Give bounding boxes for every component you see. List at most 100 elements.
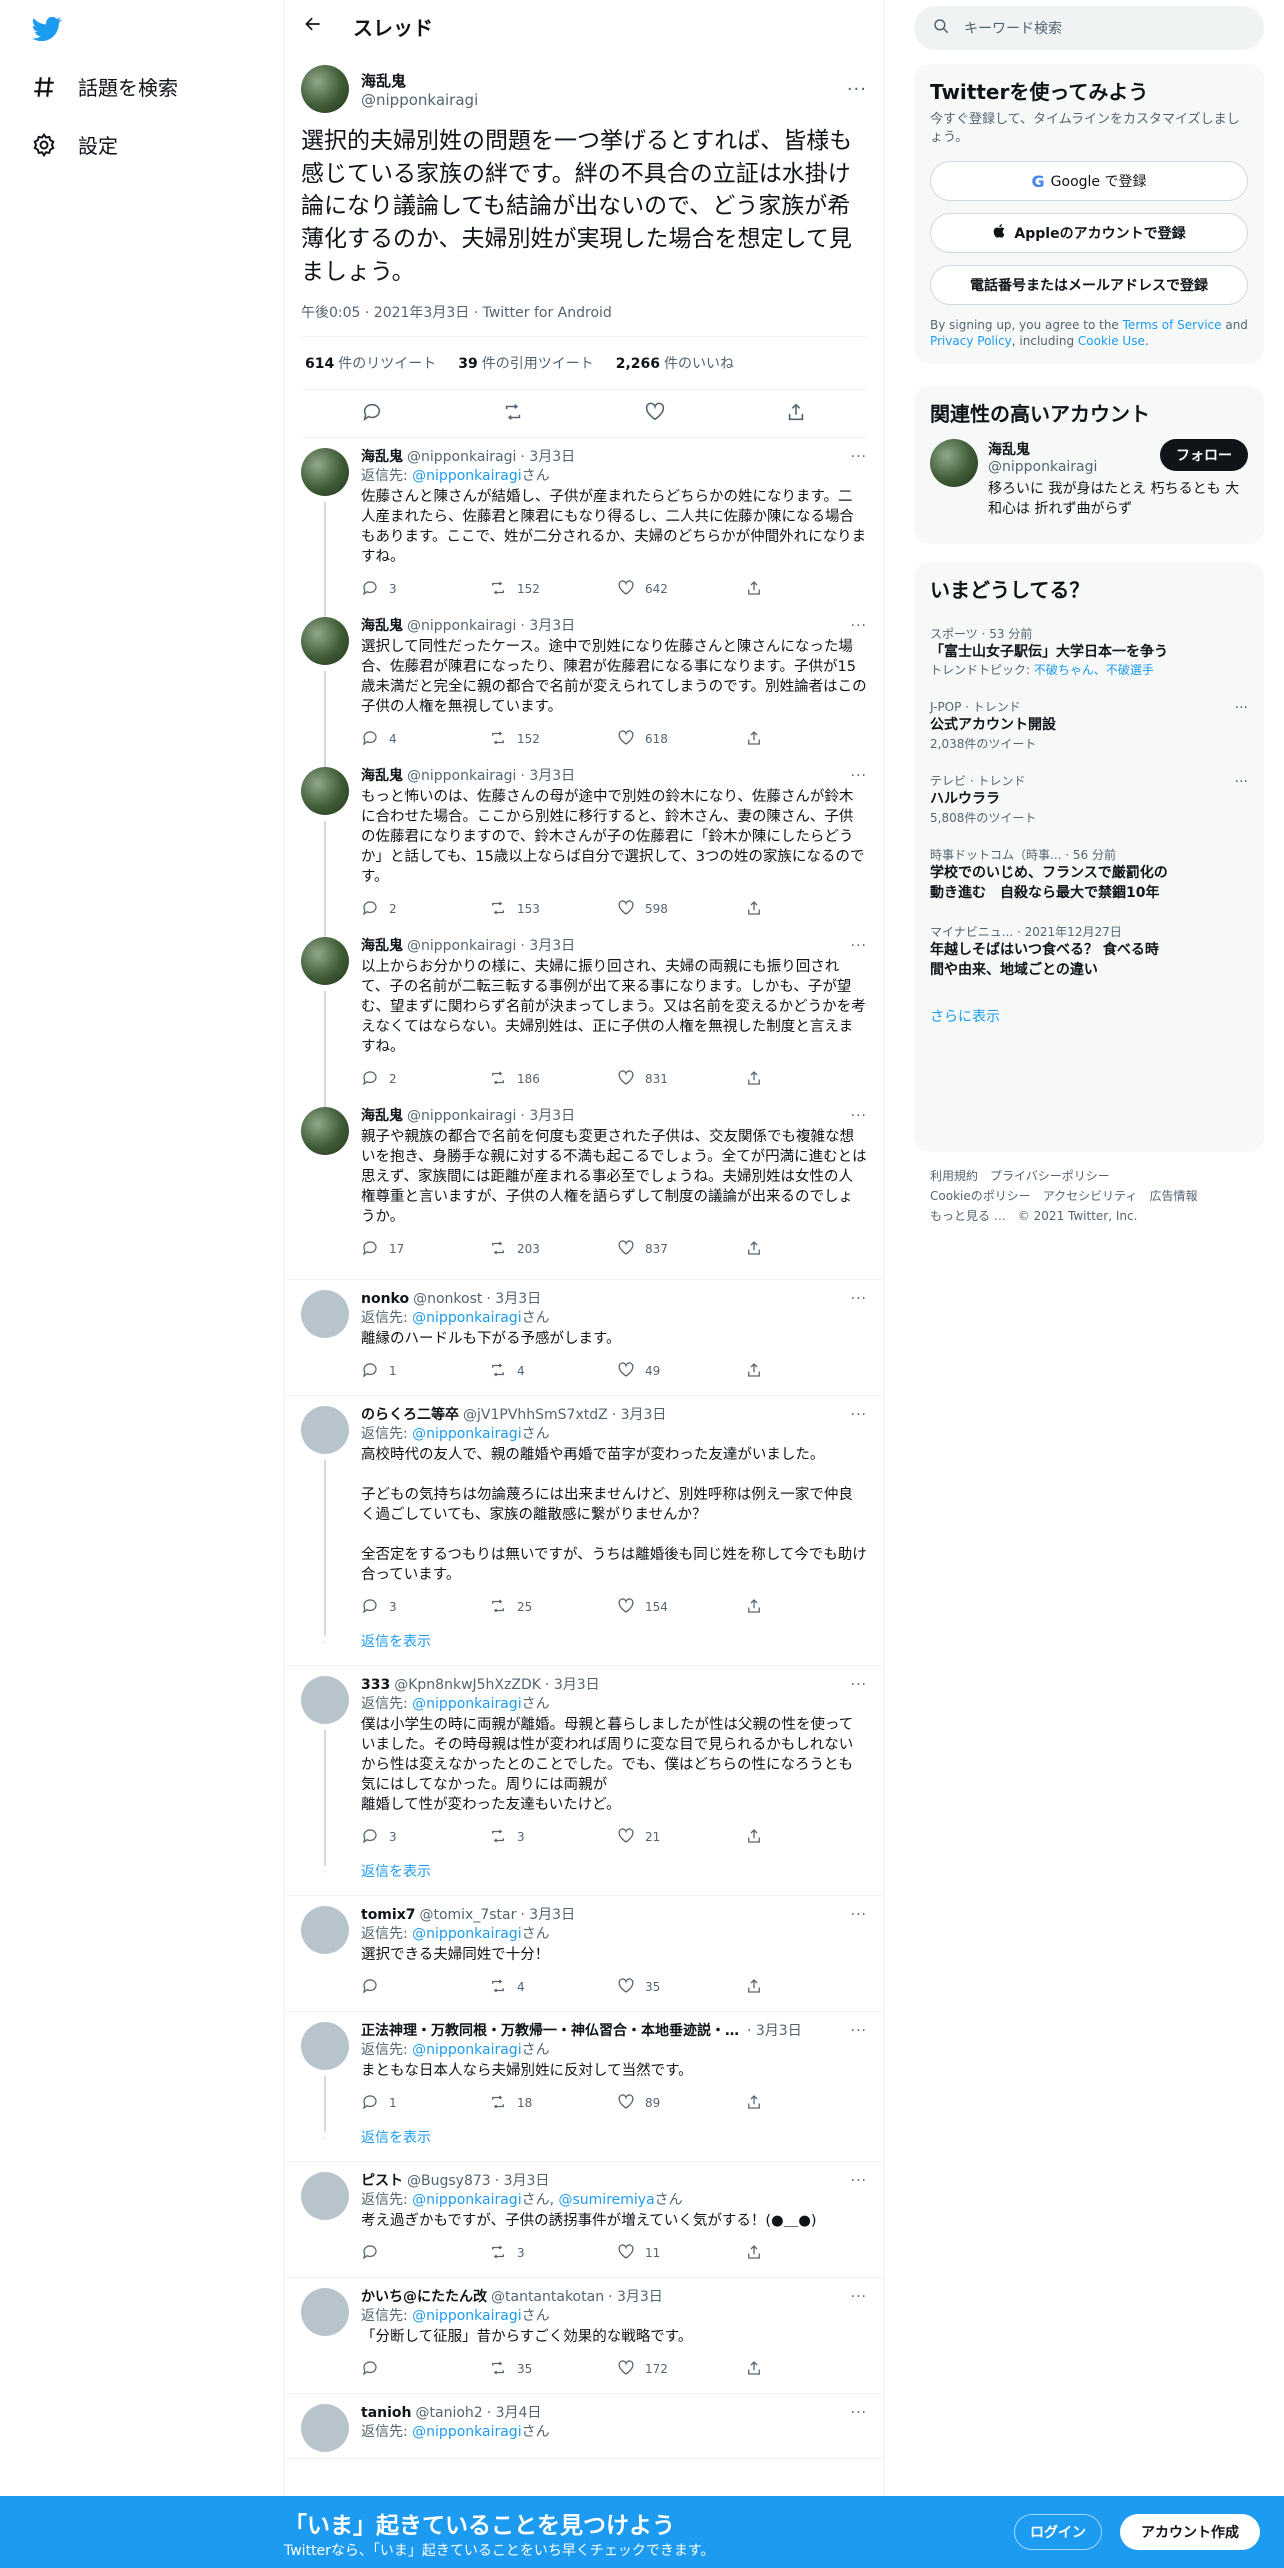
tweet-date[interactable]: · 3月3日 [520, 1906, 575, 1925]
tweet[interactable]: 海乱鬼 @nipponkairagi · 3月3日 ··· 親子や親族の都合で名前を何度… [285, 1097, 883, 1281]
tweet-date[interactable]: · 3月4日 [487, 2404, 542, 2423]
retweet-count[interactable]: 614 件のリツイート [305, 353, 436, 373]
mention-link[interactable]: @nipponkairagi [412, 468, 521, 484]
tweet-date[interactable]: · 3月3日 [747, 2022, 802, 2041]
more-icon[interactable]: ··· [851, 1406, 867, 1425]
author-handle[interactable]: @nipponkairagi [407, 1107, 516, 1126]
login-button[interactable]: ログイン [1014, 2514, 1102, 2550]
more-icon[interactable]: ··· [847, 79, 867, 100]
related-name[interactable]: 海乱鬼 [988, 439, 1097, 459]
like-button[interactable]: 598 [617, 899, 745, 920]
retweet-button[interactable]: 25 [489, 1597, 617, 1618]
share-icon[interactable] [785, 401, 807, 427]
share-button[interactable] [745, 899, 763, 920]
tweet-date[interactable]: · 3月3日 [608, 2288, 663, 2307]
retweet-button[interactable]: 152 [489, 579, 617, 600]
phone-email-signup-button[interactable]: 電話番号またはメールアドレスで登録 [930, 265, 1248, 305]
tweet[interactable]: ピスト @Bugsy873 · 3月3日 ··· 返信先: @nipponkairagi… [285, 2162, 883, 2279]
author-handle[interactable]: @tanioh2 [416, 2404, 483, 2423]
tweet-date[interactable]: · 3月3日 [520, 617, 575, 636]
tweet-meta[interactable]: 午後0:05 · 2021年3月3日 · Twitter for Android [301, 302, 867, 338]
retweet-button[interactable]: 153 [489, 899, 617, 920]
like-button[interactable]: 172 [617, 2359, 745, 2380]
share-button[interactable] [745, 579, 763, 600]
avatar[interactable] [301, 2288, 349, 2337]
author-name[interactable]: 海乱鬼 [361, 617, 403, 636]
retweet-button[interactable]: 3 [489, 2243, 617, 2264]
footer-accessibility[interactable]: アクセシビリティ [1043, 1189, 1138, 1203]
tweet[interactable]: 海乱鬼 @nipponkairagi · 3月3日 ··· 選択して同性だったケース。途… [285, 607, 883, 768]
avatar[interactable] [301, 1290, 349, 1339]
share-button[interactable] [745, 729, 763, 750]
more-icon[interactable]: ··· [851, 617, 867, 636]
author-handle[interactable]: @nipponkairagi [407, 448, 516, 467]
author-name[interactable]: tomix7 [361, 1906, 415, 1925]
author-handle[interactable]: @nipponkairagi [361, 91, 478, 109]
tweet-date[interactable]: · 3月3日 [495, 2172, 550, 2191]
more-icon[interactable]: ··· [851, 2172, 867, 2191]
tweet[interactable]: 海乱鬼 @nipponkairagi · 3月3日 ··· 以上からお分かりの様に、夫婦… [285, 927, 883, 1108]
trend-topic-link[interactable]: 不破ちゃん、不破選手 [1034, 663, 1154, 677]
retweet-button[interactable]: 152 [489, 729, 617, 750]
retweet-button[interactable]: 4 [489, 1977, 617, 1998]
share-button[interactable] [745, 1597, 763, 1618]
avatar[interactable] [301, 1107, 349, 1156]
follow-button[interactable]: フォロー [1160, 439, 1248, 471]
nav-explore[interactable]: 話題を検索 [30, 72, 178, 101]
avatar[interactable] [301, 767, 349, 816]
author-handle[interactable]: @nipponkairagi [407, 767, 516, 786]
reply-button[interactable]: 1 [361, 2093, 489, 2114]
avatar[interactable] [930, 439, 978, 487]
avatar[interactable] [301, 1906, 349, 1955]
author-handle[interactable]: @jV1PVhhSmS7xtdZ [463, 1406, 608, 1425]
author-name[interactable]: 海乱鬼 [361, 767, 403, 786]
more-icon[interactable]: ··· [851, 1290, 867, 1309]
share-button[interactable] [745, 1239, 763, 1260]
more-icon[interactable]: ··· [1235, 700, 1248, 716]
mention-link[interactable]: @nipponkairagi [412, 1926, 521, 1942]
tweet[interactable]: nonko @nonkost · 3月3日 ··· 返信先: @nipponkairag… [285, 1280, 883, 1397]
privacy-link[interactable]: Privacy Policy [930, 334, 1012, 348]
author-name[interactable]: 海乱鬼 [361, 70, 478, 91]
cookie-link[interactable]: Cookie Use [1078, 334, 1145, 348]
retweet-button[interactable]: 203 [489, 1239, 617, 1260]
quote-count[interactable]: 39 件の引用ツイート [458, 353, 593, 373]
reply-button[interactable]: 3 [361, 579, 489, 600]
tweet-date[interactable]: · 3月3日 [520, 767, 575, 786]
author-handle[interactable]: @tomix_7star [419, 1906, 516, 1925]
like-count[interactable]: 2,266 件のいいね [616, 353, 734, 373]
like-icon[interactable] [644, 401, 666, 427]
retweet-button[interactable]: 35 [489, 2359, 617, 2380]
footer-privacy[interactable]: プライバシーポリシー [990, 1169, 1110, 1183]
tweet-date[interactable]: · 3月3日 [612, 1406, 667, 1425]
reply-button[interactable]: 2 [361, 1069, 489, 1090]
reply-icon[interactable] [361, 401, 383, 427]
tweet[interactable]: かいち@にたたん改 @tantantakotan · 3月3日 ··· 返信先: @ni… [285, 2278, 883, 2395]
like-button[interactable]: 35 [617, 1977, 745, 1998]
author-handle[interactable]: @tantantakotan [491, 2288, 604, 2307]
like-button[interactable]: 837 [617, 1239, 745, 1260]
like-button[interactable]: 89 [617, 2093, 745, 2114]
nav-settings[interactable]: 設定 [30, 130, 118, 159]
reply-button[interactable]: 1 [361, 1361, 489, 1382]
tweet[interactable]: 海乱鬼 @nipponkairagi · 3月3日 ··· 返信先: @nipponka… [285, 438, 883, 618]
mention-link[interactable]: @nipponkairagi [412, 1696, 521, 1712]
author-name[interactable]: かいち@にたたん改 [361, 2288, 487, 2307]
like-button[interactable]: 49 [617, 1361, 745, 1382]
retweet-button[interactable]: 186 [489, 1069, 617, 1090]
reply-button[interactable] [361, 2359, 489, 2380]
tweet[interactable]: tanioh @tanioh2 · 3月4日 ··· 返信先: @nipponkaira… [285, 2394, 883, 2460]
back-arrow-icon[interactable] [303, 14, 323, 39]
author-handle[interactable]: @nipponkairagi [407, 937, 516, 956]
author-handle[interactable]: @nonkost [413, 1290, 482, 1309]
tweet[interactable]: tomix7 @tomix_7star · 3月3日 ··· 返信先: @nipponk… [285, 1896, 883, 2013]
like-button[interactable]: 618 [617, 729, 745, 750]
more-icon[interactable]: ··· [851, 1676, 867, 1695]
author-handle[interactable]: @Bugsy873 [407, 2172, 491, 2191]
mention-link[interactable]: @nipponkairagi [412, 1310, 521, 1326]
more-icon[interactable]: ··· [851, 767, 867, 786]
news-item[interactable]: マイナビニュ... · 2021年12月27日 年越しそばはいつ食べる？ 食べる… [914, 913, 1264, 990]
like-button[interactable]: 11 [617, 2243, 745, 2264]
tweet[interactable]: 海乱鬼 @nipponkairagi · 3月3日 ··· もっと怖いのは、佐藤さんの母… [285, 757, 883, 938]
terms-link[interactable]: Terms of Service [1123, 318, 1222, 332]
